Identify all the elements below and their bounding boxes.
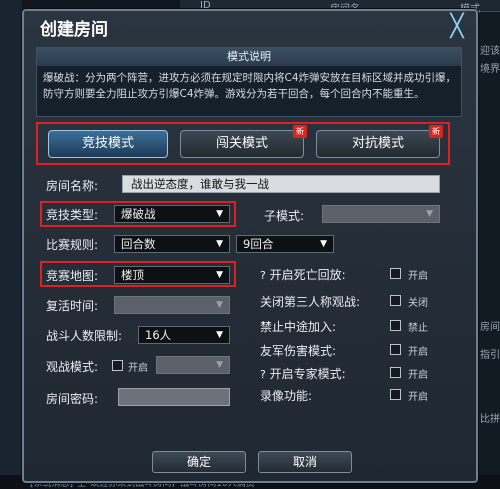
rules-select[interactable]: 回合数 ▼ [114,235,230,253]
cancel-button[interactable]: 取消 [258,451,352,473]
option-state-label: 开启 [408,370,428,381]
expert-mode-checkbox[interactable] [390,367,401,378]
background-fragment: 迎该 [480,46,500,57]
new-badge: 新 [429,125,443,138]
tab-label: 竞技模式 [81,136,134,151]
chevron-down-icon: ▼ [320,239,327,249]
chevron-down-icon: ▼ [216,360,223,370]
rounds-select[interactable]: 9回合 ▼ [236,235,334,253]
tab-label: 闯关模式 [215,136,268,151]
spectate-label: 观战模式: [46,360,99,374]
chevron-down-icon: ▼ [216,209,223,219]
create-room-dialog: 创建房间 ╳ 模式说明 爆破战：分为两个阵营，进攻方必须在规定时限内将C4炸弹安… [22,9,478,483]
background-fragment: 比拼 [480,414,500,425]
chevron-down-icon: ▼ [216,330,223,340]
player-limit-value: 16人 [145,328,172,342]
match-type-label: 竞技类型: [46,208,99,222]
rules-label: 比赛规则: [46,238,99,252]
map-value: 楼顶 [121,268,144,282]
player-limit-label: 战斗人数限制: [46,329,123,343]
match-type-value: 爆破战 [121,207,156,221]
tab-competitive-mode[interactable]: 竞技模式 [48,130,168,158]
rounds-value: 9回合 [243,237,274,251]
respawn-label: 复活时间: [46,299,99,313]
map-select[interactable]: 楼顶 ▼ [114,266,230,284]
no-join-checkbox[interactable] [390,320,401,331]
option-state-label: 关闭 [408,298,428,309]
option-state-label: 开启 [408,392,428,403]
chevron-down-icon: ▼ [216,239,223,249]
friendly-fire-checkbox[interactable] [390,344,401,355]
tab-versus-mode[interactable]: 对抗模式 新 [316,125,443,158]
death-replay-checkbox[interactable] [390,268,401,279]
option-label: 友军伤害模式: [260,344,337,358]
map-label: 竞赛地图: [46,269,99,283]
spectate-select[interactable]: ▼ [156,356,230,374]
password-label: 房间密码: [46,392,99,406]
close-icon[interactable]: ╳ [446,16,468,39]
confirm-button[interactable]: 确定 [152,451,246,473]
option-label: 关闭第三人称观战: [260,295,361,309]
respawn-select[interactable]: ▼ [114,296,230,314]
sub-mode-select[interactable]: ▼ [322,205,440,223]
dialog-title: 创建房间 [40,20,108,40]
option-label: ? 开启死亡回放: [260,268,346,282]
room-name-input[interactable]: 战出逆态度，谁敢与我一战 [122,175,440,193]
chevron-down-icon: ▼ [216,300,223,310]
mode-tabs-highlight: 竞技模式 闯关模式 新 对抗模式 新 [36,122,450,165]
option-label: 录像功能: [260,389,313,403]
mode-description-box: 模式说明 爆破战：分为两个阵营，进攻方必须在规定时限内将C4炸弹安放在目标区域并… [36,47,462,117]
background-fragment: 境界 [480,64,500,75]
option-state-label: 开启 [408,271,428,282]
chevron-down-icon: ▼ [216,270,223,280]
player-limit-select[interactable]: 16人 ▼ [138,326,230,344]
rules-value: 回合数 [121,237,156,251]
tab-challenge-mode[interactable]: 闯关模式 新 [180,125,307,158]
new-badge: 新 [293,125,307,138]
recording-checkbox[interactable] [390,389,401,400]
third-person-checkbox[interactable] [390,295,401,306]
tab-label: 对抗模式 [351,136,404,151]
help-icon[interactable]: ? [260,368,266,381]
mode-description-text: 爆破战：分为两个阵营，进攻方必须在规定时限内将C4炸弹安放在目标区域并成功引爆，… [43,72,457,100]
background-fragment: 指引 [480,350,500,361]
option-state-label: 禁止 [408,323,428,334]
chevron-down-icon: ▼ [426,209,433,219]
option-label: ? 开启专家模式: [260,367,346,381]
dialog-title-bar: 创建房间 ╳ [24,11,476,43]
spectate-toggle-label: 开启 [128,363,148,374]
match-type-select[interactable]: 爆破战 ▼ [114,205,230,223]
help-icon[interactable]: ? [260,269,266,282]
room-name-label: 房间名称: [46,179,99,193]
password-input[interactable] [118,388,230,406]
background-left-panel [0,0,22,489]
mode-description-title: 模式说明 [37,48,461,66]
spectate-checkbox[interactable] [112,360,123,371]
option-label: 禁止中途加入: [260,320,337,334]
sub-mode-label: 子模式: [264,209,305,223]
option-state-label: 开启 [408,347,428,358]
background-fragment: 房间 [480,322,500,333]
